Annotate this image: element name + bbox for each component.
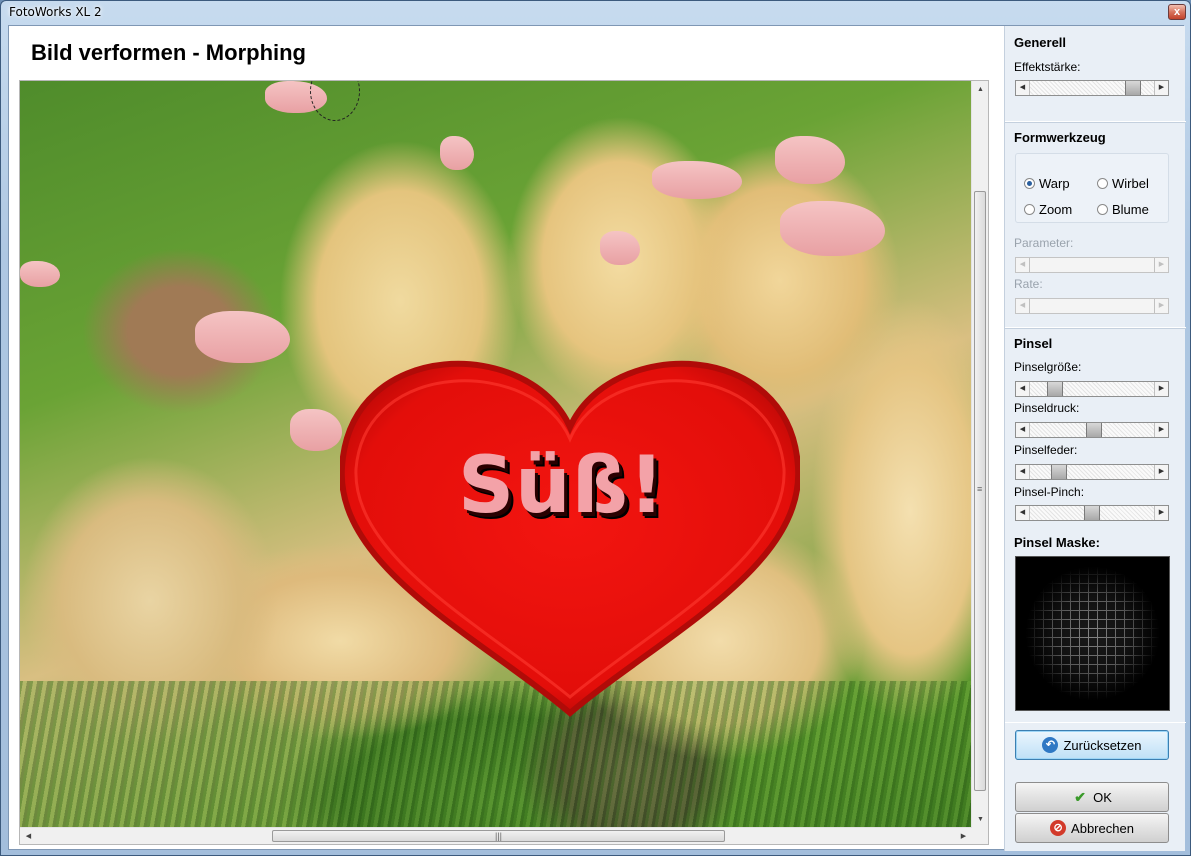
page-title: Bild verformen - Morphing [31, 40, 306, 65]
slider-left-arrow-icon: ◀ [1016, 299, 1030, 313]
brush-feather-label: Pinselfeder: [1014, 443, 1078, 457]
rate-slider: ◀ ▶ [1015, 298, 1169, 314]
scroll-up-arrow-icon[interactable]: ▲ [972, 81, 989, 98]
brush-size-label: Pinselgröße: [1014, 360, 1082, 374]
checkmark-icon: ✔ [1074, 789, 1086, 805]
duck-beak [600, 231, 640, 265]
radio-dot-icon [1097, 178, 1108, 189]
horizontal-scrollbar[interactable]: ◀ ||| ▶ [20, 827, 972, 844]
tool-radio-group: Warp Wirbel Zoom Blume [1015, 153, 1169, 223]
brush-pinch-label: Pinsel-Pinch: [1014, 485, 1085, 499]
radio-label: Zoom [1039, 202, 1073, 217]
section-generell: Generell Effektstärke: ◀ ▶ [1005, 26, 1186, 122]
cancel-icon: ⊘ [1050, 820, 1067, 836]
slider-left-arrow-icon[interactable]: ◀ [1016, 81, 1030, 95]
slider-right-arrow-icon[interactable]: ▶ [1154, 382, 1168, 396]
slider-right-arrow-icon: ▶ [1154, 299, 1168, 313]
slider-thumb[interactable] [1084, 506, 1100, 520]
vertical-scroll-thumb[interactable]: ≡ [974, 191, 986, 791]
duck-beak [440, 136, 474, 170]
duck-beak [195, 311, 290, 363]
radio-label: Warp [1039, 176, 1070, 191]
radio-zoom[interactable]: Zoom [1024, 202, 1072, 217]
duck-beak [20, 261, 60, 287]
reset-button[interactable]: ↶ Zurücksetzen [1015, 730, 1169, 760]
brush-mask-title: Pinsel Maske: [1014, 535, 1100, 550]
brush-pressure-label: Pinseldruck: [1014, 401, 1080, 415]
ok-button-label: OK [1093, 789, 1112, 805]
effect-strength-slider[interactable]: ◀ ▶ [1015, 80, 1169, 96]
image-canvas: Süß! ▲ ≡ ▼ ◀ ||| ▶ [19, 80, 989, 845]
slider-right-arrow-icon[interactable]: ▶ [1154, 506, 1168, 520]
section-title-pinsel: Pinsel [1014, 336, 1053, 351]
dialog-client: Bild verformen - Morphing Süß! ▲ ≡ ▼ ◀ |… [8, 25, 1186, 851]
duck-beak [290, 409, 342, 451]
parameter-slider: ◀ ▶ [1015, 257, 1169, 273]
brush-cursor-outline [310, 81, 360, 121]
brush-pressure-slider[interactable]: ◀ ▶ [1015, 422, 1169, 438]
brush-pinch-slider[interactable]: ◀ ▶ [1015, 505, 1169, 521]
reset-arrow-icon: ↶ [1042, 737, 1059, 753]
radio-label: Wirbel [1112, 176, 1149, 191]
horizontal-scroll-thumb[interactable]: ||| [272, 830, 725, 842]
slider-left-arrow-icon[interactable]: ◀ [1016, 423, 1030, 437]
duck-beak [775, 136, 845, 184]
slider-right-arrow-icon: ▶ [1154, 258, 1168, 272]
radio-blume[interactable]: Blume [1097, 202, 1149, 217]
reset-button-label: Zurücksetzen [1063, 737, 1142, 753]
slider-right-arrow-icon[interactable]: ▶ [1154, 81, 1168, 95]
slider-left-arrow-icon: ◀ [1016, 258, 1030, 272]
slider-thumb[interactable] [1125, 81, 1141, 95]
app-window: FotoWorks XL 2 x Bild verformen - Morphi… [0, 0, 1191, 856]
duck-beak [780, 201, 885, 256]
radio-dot-icon [1024, 178, 1035, 189]
effect-strength-label: Effektstärke: [1014, 60, 1081, 74]
radio-warp[interactable]: Warp [1024, 176, 1070, 191]
scroll-right-arrow-icon[interactable]: ▶ [955, 828, 972, 845]
window-title: FotoWorks XL 2 [9, 5, 102, 19]
scroll-left-arrow-icon[interactable]: ◀ [20, 828, 37, 845]
brush-feather-slider[interactable]: ◀ ▶ [1015, 464, 1169, 480]
title-bar[interactable]: FotoWorks XL 2 x [1, 1, 1190, 25]
slider-right-arrow-icon[interactable]: ▶ [1154, 423, 1168, 437]
heart-shape [340, 360, 800, 717]
heart-caption: Süß! [458, 441, 666, 531]
close-window-button[interactable]: x [1168, 4, 1186, 20]
radio-wirbel[interactable]: Wirbel [1097, 176, 1149, 191]
settings-panel: Generell Effektstärke: ◀ ▶ Formwerkzeug … [1004, 26, 1186, 851]
vertical-scrollbar[interactable]: ▲ ≡ ▼ [971, 81, 988, 828]
cancel-button-label: Abbrechen [1071, 820, 1134, 836]
brush-mask-preview [1015, 556, 1170, 711]
slider-left-arrow-icon[interactable]: ◀ [1016, 506, 1030, 520]
brush-size-slider[interactable]: ◀ ▶ [1015, 381, 1169, 397]
radio-label: Blume [1112, 202, 1149, 217]
duck-beak [652, 161, 742, 199]
slider-left-arrow-icon[interactable]: ◀ [1016, 465, 1030, 479]
rate-label: Rate: [1014, 277, 1043, 291]
slider-left-arrow-icon[interactable]: ◀ [1016, 382, 1030, 396]
slider-right-arrow-icon[interactable]: ▶ [1154, 465, 1168, 479]
radio-dot-icon [1097, 204, 1108, 215]
ok-button[interactable]: ✔ OK [1015, 782, 1169, 812]
slider-thumb[interactable] [1086, 423, 1102, 437]
slider-thumb[interactable] [1047, 382, 1063, 396]
section-title-formwerkzeug: Formwerkzeug [1014, 130, 1106, 145]
cancel-button[interactable]: ⊘ Abbrechen [1015, 813, 1169, 843]
slider-thumb[interactable] [1051, 465, 1067, 479]
parameter-label: Parameter: [1014, 236, 1074, 250]
section-title-generell: Generell [1014, 35, 1067, 50]
radio-dot-icon [1024, 204, 1035, 215]
scroll-down-arrow-icon[interactable]: ▼ [972, 811, 989, 828]
photo-preview[interactable]: Süß! [20, 81, 972, 828]
